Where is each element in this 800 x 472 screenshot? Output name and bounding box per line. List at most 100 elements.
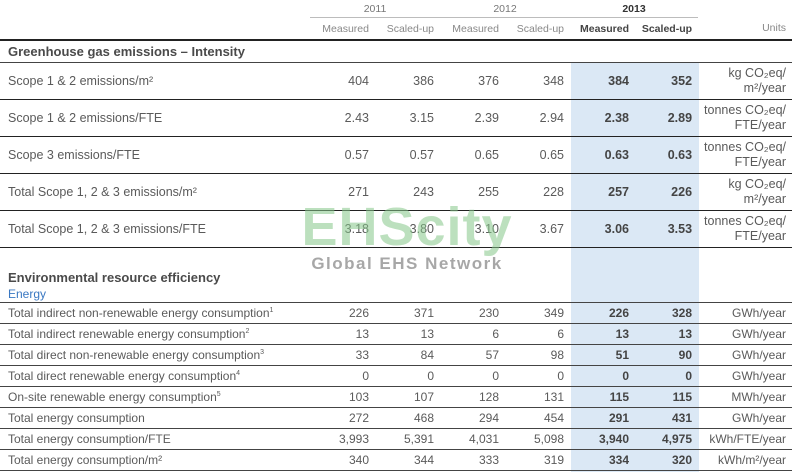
table-row: Scope 1 & 2 emissions/FTE 2.43 3.15 2.39 2.9… bbox=[0, 99, 793, 137]
year-2013: 2013 bbox=[570, 0, 699, 18]
row-value: 468 bbox=[375, 407, 440, 429]
footnote-marker: 1 bbox=[269, 307, 274, 314]
col-scaled-2013: Scaled-up bbox=[641, 22, 693, 35]
row-unit: GWh/year bbox=[698, 344, 793, 366]
row-value: 3,993 bbox=[310, 428, 375, 450]
table-row: Total Scope 1, 2 & 3 emissions/FTE 3.18 3.… bbox=[0, 210, 793, 248]
unit-line-1: tonnes CO₂eq/ bbox=[704, 214, 787, 228]
row-value: 334 bbox=[570, 449, 636, 471]
row-label: Total energy consumption bbox=[0, 407, 310, 429]
table-row: Scope 1 & 2 emissions/m² 404 386 376 348 384 3… bbox=[0, 62, 793, 100]
row-value: 257 bbox=[570, 173, 636, 211]
row-label: Total Scope 1, 2 & 3 emissions/m² bbox=[0, 173, 310, 211]
row-value: 3.06 bbox=[570, 210, 636, 248]
footnote-marker: 2 bbox=[245, 328, 250, 335]
row-value: 0 bbox=[375, 365, 440, 387]
unit-line-1: tonnes CO₂eq/ bbox=[704, 103, 787, 117]
row-label: Total Scope 1, 2 & 3 emissions/FTE bbox=[0, 210, 310, 248]
section-ghg-title-row: Greenhouse gas emissions – Intensity bbox=[0, 39, 793, 63]
row-label-text: Total energy consumption bbox=[8, 411, 145, 425]
row-unit: MWh/year bbox=[698, 386, 793, 408]
row-value: 33 bbox=[310, 344, 375, 366]
row-unit: GWh/year bbox=[698, 302, 793, 324]
row-value: 98 bbox=[505, 344, 571, 366]
row-value: 6 bbox=[440, 323, 505, 345]
row-unit: GWh/year bbox=[698, 407, 793, 429]
row-value: 0 bbox=[635, 365, 699, 387]
table-row: Total energy consumption 272 468 294 454 291 4… bbox=[0, 407, 793, 429]
unit-line-1: tonnes CO₂eq/ bbox=[704, 140, 787, 154]
row-unit: kg CO₂eq/m²/year bbox=[698, 62, 793, 100]
row-label-text: Total direct non-renewable energy consum… bbox=[8, 348, 261, 362]
row-label-text: On-site renewable energy consumption bbox=[8, 390, 217, 404]
row-label: Total direct non-renewable energy consum… bbox=[0, 344, 310, 366]
energy-subheading-row: Energy bbox=[0, 286, 793, 303]
row-label: On-site renewable energy consumption5 bbox=[0, 386, 310, 408]
row-value: 230 bbox=[440, 302, 505, 324]
row-value: 51 bbox=[570, 344, 636, 366]
row-value: 90 bbox=[635, 344, 699, 366]
row-value: 352 bbox=[635, 62, 699, 100]
row-value: 344 bbox=[375, 449, 440, 471]
row-label: Total indirect renewable energy consumpt… bbox=[0, 323, 310, 345]
row-value: 0.57 bbox=[375, 136, 440, 174]
row-value: 3.18 bbox=[310, 210, 375, 248]
unit-line-2: m²/year bbox=[743, 81, 787, 95]
row-value: 2.39 bbox=[440, 99, 505, 137]
row-value: 131 bbox=[505, 386, 571, 408]
footnote-marker: 3 bbox=[260, 349, 265, 356]
row-value: 3.67 bbox=[505, 210, 571, 248]
row-value: 386 bbox=[375, 62, 440, 100]
row-label: Scope 1 & 2 emissions/m² bbox=[0, 62, 310, 100]
row-value: 3.10 bbox=[440, 210, 505, 248]
row-value: 0.57 bbox=[310, 136, 375, 174]
row-value: 0 bbox=[570, 365, 636, 387]
row-value: 226 bbox=[570, 302, 636, 324]
unit-line-2: FTE/year bbox=[734, 155, 787, 169]
row-value: 115 bbox=[635, 386, 699, 408]
row-unit: kWh/m²/year bbox=[698, 449, 793, 471]
row-value: 0.63 bbox=[635, 136, 699, 174]
table-row: Total direct non-renewable energy consum… bbox=[0, 344, 793, 366]
row-unit: tonnes CO₂eq/FTE/year bbox=[698, 136, 793, 174]
row-value: 333 bbox=[440, 449, 505, 471]
row-value: 0.63 bbox=[570, 136, 636, 174]
row-value: 271 bbox=[310, 173, 375, 211]
year-2011: 2011 bbox=[310, 0, 440, 18]
unit-line-2: m²/year bbox=[743, 192, 787, 206]
row-value: 348 bbox=[505, 62, 571, 100]
row-value: 3.15 bbox=[375, 99, 440, 137]
row-value: 13 bbox=[375, 323, 440, 345]
col-units: Units bbox=[762, 22, 787, 35]
row-value: 320 bbox=[635, 449, 699, 471]
row-unit: kWh/FTE/year bbox=[698, 428, 793, 450]
row-label: Total indirect non-renewable energy cons… bbox=[0, 302, 310, 324]
row-value: 371 bbox=[375, 302, 440, 324]
row-value: 84 bbox=[375, 344, 440, 366]
unit-line-1: kg CO₂eq/ bbox=[728, 66, 787, 80]
table-row: Total direct renewable energy consumptio… bbox=[0, 365, 793, 387]
year-2012: 2012 bbox=[440, 0, 571, 18]
row-label-text: Total indirect renewable energy consumpt… bbox=[8, 327, 246, 341]
row-value: 243 bbox=[375, 173, 440, 211]
col-scaled-2011: Scaled-up bbox=[386, 22, 434, 35]
row-value: 319 bbox=[505, 449, 571, 471]
unit-line-2: FTE/year bbox=[734, 229, 787, 243]
row-value: 454 bbox=[505, 407, 571, 429]
row-unit: tonnes CO₂eq/FTE/year bbox=[698, 210, 793, 248]
row-label: Total direct renewable energy consumptio… bbox=[0, 365, 310, 387]
row-value: 103 bbox=[310, 386, 375, 408]
col-measured-2012: Measured bbox=[452, 22, 499, 35]
row-value: 57 bbox=[440, 344, 505, 366]
row-value: 13 bbox=[570, 323, 636, 345]
footnote-marker: 5 bbox=[216, 391, 221, 398]
unit-line-1: kg CO₂eq/ bbox=[728, 177, 787, 191]
row-label: Total energy consumption/m² bbox=[0, 449, 310, 471]
section-ghg-title: Greenhouse gas emissions – Intensity bbox=[0, 39, 793, 63]
row-unit: kg CO₂eq/m²/year bbox=[698, 173, 793, 211]
table-row: Total Scope 1, 2 & 3 emissions/m² 271 243 2… bbox=[0, 173, 793, 211]
row-value: 13 bbox=[310, 323, 375, 345]
row-value: 6 bbox=[505, 323, 571, 345]
row-value: 384 bbox=[570, 62, 636, 100]
table-row: Total energy consumption/FTE 3,993 5,391 4,… bbox=[0, 428, 793, 450]
